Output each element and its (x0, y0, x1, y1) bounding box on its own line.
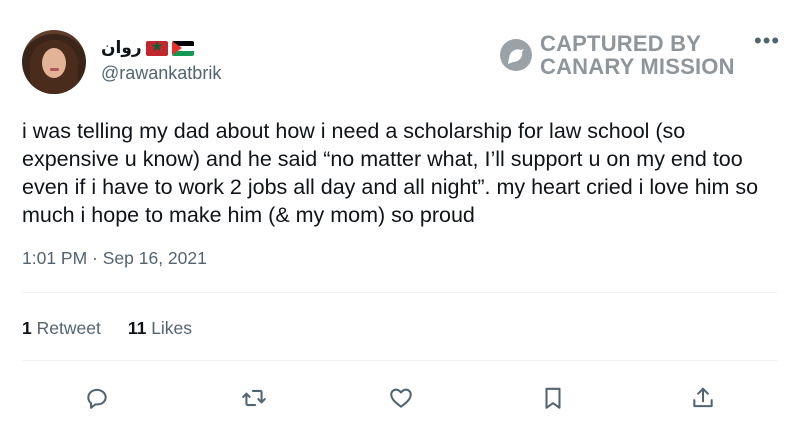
like-icon[interactable] (386, 383, 416, 413)
tweet-stats: 1 Retweet 11 Likes (22, 318, 192, 339)
watermark: CAPTURED BY CANARY MISSION (500, 32, 735, 78)
watermark-line1: CAPTURED BY (540, 31, 702, 56)
morocco-flag-icon (145, 40, 168, 56)
user-handle[interactable]: @rawankatbrik (101, 63, 221, 84)
retweets-count: 1 (22, 318, 32, 338)
likes-stat[interactable]: 11 Likes (128, 318, 192, 339)
tweet-timestamp[interactable]: 1:01 PM · Sep 16, 2021 (22, 248, 207, 269)
likes-label: Likes (151, 318, 193, 338)
display-name[interactable]: روان (101, 38, 194, 58)
action-bar (0, 378, 800, 418)
tweet-text: i was telling my dad about how i need a … (22, 119, 759, 227)
more-options-icon[interactable]: ••• (754, 30, 780, 52)
share-icon[interactable] (688, 383, 718, 413)
bookmark-icon[interactable] (538, 383, 568, 413)
reply-icon[interactable] (82, 383, 112, 413)
retweet-icon[interactable] (239, 383, 269, 413)
palestine-flag-icon (171, 40, 194, 56)
watermark-line2: CANARY MISSION (540, 54, 735, 79)
retweets-stat[interactable]: 1 Retweet (22, 318, 101, 339)
canary-logo-icon (500, 39, 532, 71)
divider (22, 360, 778, 361)
display-name-text: روان (101, 38, 142, 57)
avatar[interactable] (22, 30, 86, 94)
divider (22, 292, 778, 293)
retweets-label: Retweet (36, 318, 101, 338)
likes-count: 11 (127, 318, 147, 338)
